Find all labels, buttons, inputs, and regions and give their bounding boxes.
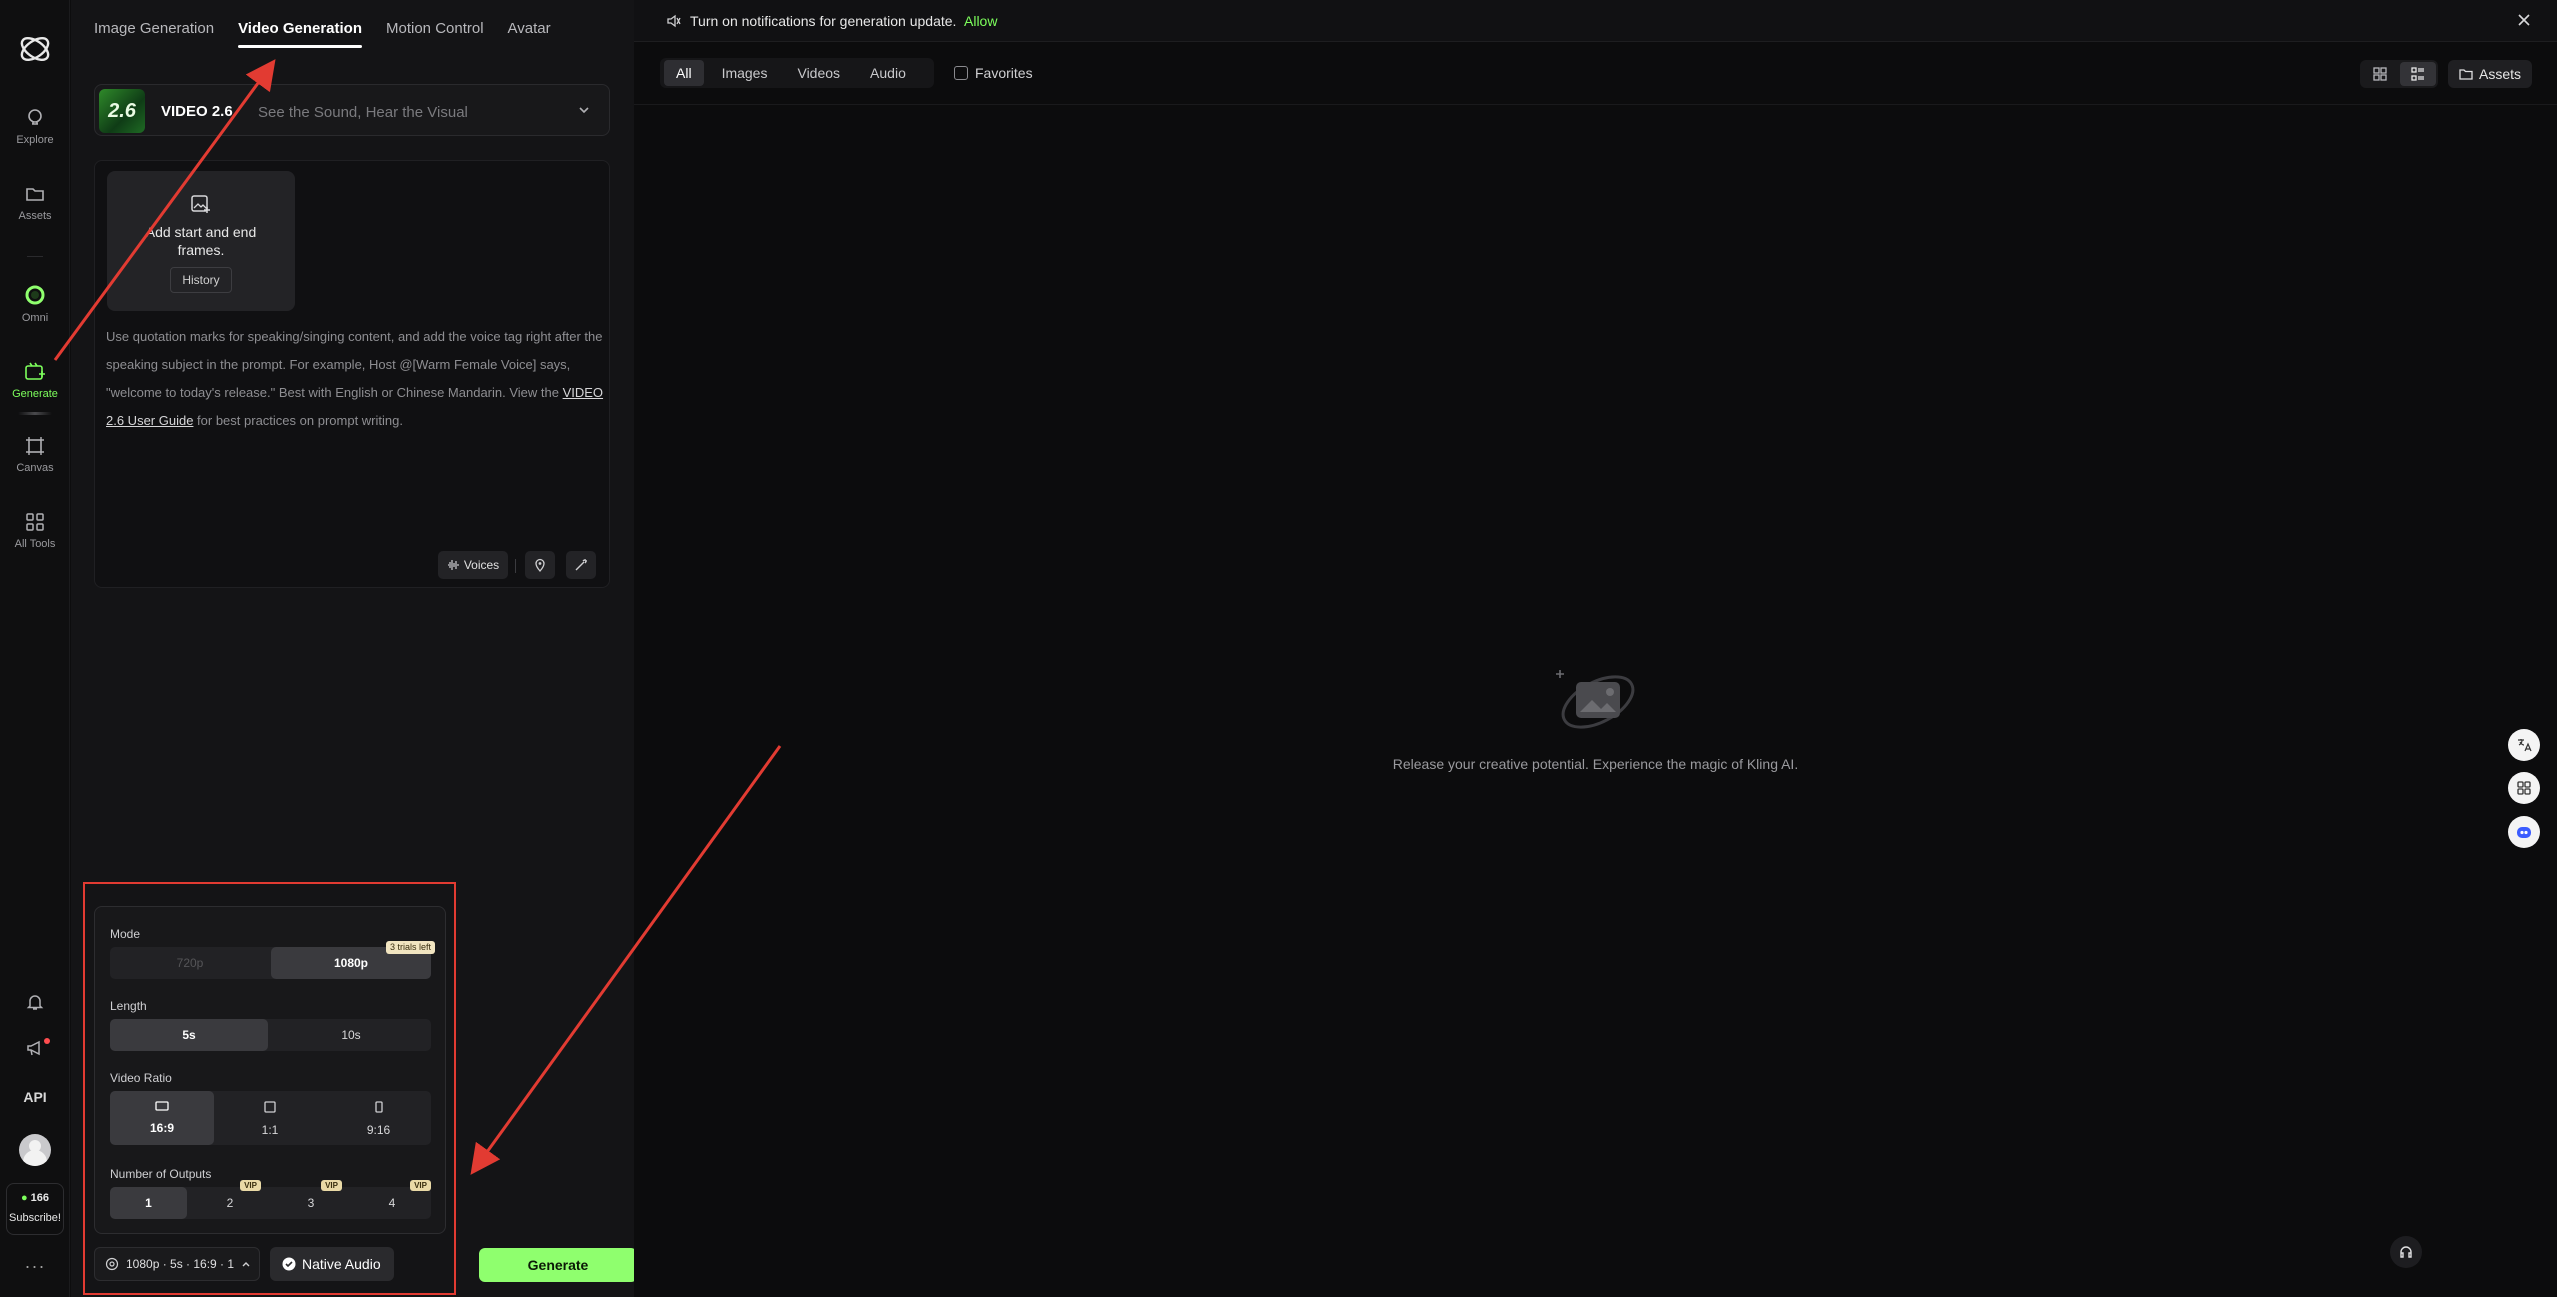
annotation-highlight-box xyxy=(83,882,456,1295)
megaphone-icon xyxy=(27,1040,40,1056)
subscribe-label: Subscribe! xyxy=(9,1212,61,1224)
list-view-icon xyxy=(2411,67,2424,81)
asset-filters: All Images Videos Audio xyxy=(660,58,934,88)
toolbar-divider xyxy=(515,559,516,573)
nav-separator xyxy=(27,256,43,257)
tab-image-generation[interactable]: Image Generation xyxy=(94,0,226,50)
hint-tail: for best practices on prompt writing. xyxy=(193,413,403,428)
frames-upload[interactable]: Add start and end frames. History xyxy=(107,171,295,311)
location-button[interactable] xyxy=(525,551,555,579)
location-pin-icon xyxy=(535,558,545,572)
image-add-icon xyxy=(191,195,210,213)
app-root: Explore Assets Omni Generate Canvas All … xyxy=(0,0,2557,1297)
grid-icon xyxy=(26,513,44,531)
speaker-icon xyxy=(667,14,681,28)
omni-ring-icon xyxy=(25,285,45,305)
tab-motion-control[interactable]: Motion Control xyxy=(386,0,496,50)
nav-label: Explore xyxy=(16,134,54,146)
assets-label: Assets xyxy=(2478,66,2521,82)
filter-audio[interactable]: Audio xyxy=(858,60,918,86)
nav-label: Generate xyxy=(12,388,58,400)
points-balance: ● 166 xyxy=(20,1192,50,1204)
bell-icon xyxy=(26,995,44,1010)
notifications-button[interactable] xyxy=(0,992,70,1018)
header-divider xyxy=(634,104,2557,105)
prompt-hint: Use quotation marks for speaking/singing… xyxy=(106,323,606,435)
favorites-checkbox[interactable]: Favorites xyxy=(954,65,1033,81)
apps-button[interactable] xyxy=(2508,772,2540,804)
nav-label: All Tools xyxy=(14,538,56,550)
empty-state-message: Release your creative potential. Experie… xyxy=(1392,756,1799,772)
generate-icon xyxy=(25,362,45,380)
filter-images[interactable]: Images xyxy=(710,60,780,86)
nav-item-generate[interactable]: Generate xyxy=(0,360,70,400)
notification-text: Turn on notifications for generation upd… xyxy=(690,13,957,29)
apps-icon xyxy=(2517,781,2531,795)
nav-item-explore[interactable]: Explore xyxy=(0,108,70,146)
filter-videos[interactable]: Videos xyxy=(785,60,852,86)
assistant-button[interactable] xyxy=(2508,816,2540,848)
favorites-label: Favorites xyxy=(975,65,1033,81)
avatar[interactable] xyxy=(19,1134,51,1166)
more-menu-button[interactable]: ··· xyxy=(0,1256,70,1277)
allow-notifications-link[interactable]: Allow xyxy=(964,13,997,29)
nav-rail: Explore Assets Omni Generate Canvas All … xyxy=(0,0,70,1297)
api-link[interactable]: API xyxy=(0,1089,70,1105)
tab-video-generation[interactable]: Video Generation xyxy=(238,0,374,50)
nav-item-all-tools[interactable]: All Tools xyxy=(0,512,70,550)
enhance-prompt-button[interactable] xyxy=(566,551,596,579)
close-icon[interactable] xyxy=(2515,11,2533,29)
nav-label: Canvas xyxy=(16,462,54,474)
mode-tabs: Image Generation Video Generation Motion… xyxy=(94,0,575,50)
grid-view-button[interactable] xyxy=(2362,62,2398,86)
active-indicator xyxy=(18,412,52,415)
filter-all[interactable]: All xyxy=(664,60,704,86)
grid-view-icon xyxy=(2373,67,2387,81)
assets-button[interactable]: Assets xyxy=(2448,60,2532,88)
translate-button[interactable] xyxy=(2508,729,2540,761)
hint-text: Use quotation marks for speaking/singing… xyxy=(106,329,603,400)
tab-avatar[interactable]: Avatar xyxy=(508,0,563,50)
headset-icon xyxy=(2400,1246,2412,1258)
nav-item-canvas[interactable]: Canvas xyxy=(0,436,70,474)
nav-label: Omni xyxy=(21,312,49,324)
checkbox-box[interactable] xyxy=(954,66,968,80)
model-name: VIDEO 2.6 xyxy=(161,103,233,120)
translate-icon xyxy=(2518,739,2532,752)
canvas-icon xyxy=(26,437,44,455)
nav-label: Assets xyxy=(18,210,52,222)
voices-label: Voices xyxy=(463,558,500,572)
prompt-box[interactable]: Add start and end frames. History Use qu… xyxy=(94,160,610,588)
view-switcher xyxy=(2360,60,2438,88)
history-button[interactable]: History xyxy=(170,267,232,293)
nav-item-assets[interactable]: Assets xyxy=(0,184,70,222)
empty-gallery-icon xyxy=(1556,670,1635,729)
support-button[interactable] xyxy=(2390,1236,2422,1268)
kling-logo-icon[interactable] xyxy=(16,30,54,68)
chevron-down-icon xyxy=(579,107,589,114)
announcements-button[interactable] xyxy=(0,1038,70,1064)
bulb-icon xyxy=(28,109,42,125)
nav-item-omni[interactable]: Omni xyxy=(0,284,70,324)
model-selector[interactable]: 2.6 VIDEO 2.6 See the Sound, Hear the Vi… xyxy=(94,84,610,136)
generate-button[interactable]: Generate xyxy=(479,1248,637,1282)
frames-label: Add start and end frames. xyxy=(145,224,257,258)
results-area: Turn on notifications for generation upd… xyxy=(634,0,2557,1297)
folder-icon xyxy=(26,188,44,201)
model-tagline: See the Sound, Hear the Visual xyxy=(258,104,468,121)
points-value: 166 xyxy=(30,1192,50,1204)
list-view-button[interactable] xyxy=(2400,62,2436,86)
folder-icon xyxy=(2459,69,2473,80)
notification-banner: Turn on notifications for generation upd… xyxy=(634,0,2557,42)
voices-button[interactable]: Voices xyxy=(438,551,508,579)
assistant-bot-icon xyxy=(2517,827,2531,838)
subscribe-button[interactable]: ● 166 Subscribe! xyxy=(6,1183,64,1235)
unread-dot xyxy=(44,1038,50,1044)
model-badge: 2.6 xyxy=(99,89,145,133)
magic-wand-icon xyxy=(575,559,587,571)
waveform-icon xyxy=(447,560,459,570)
